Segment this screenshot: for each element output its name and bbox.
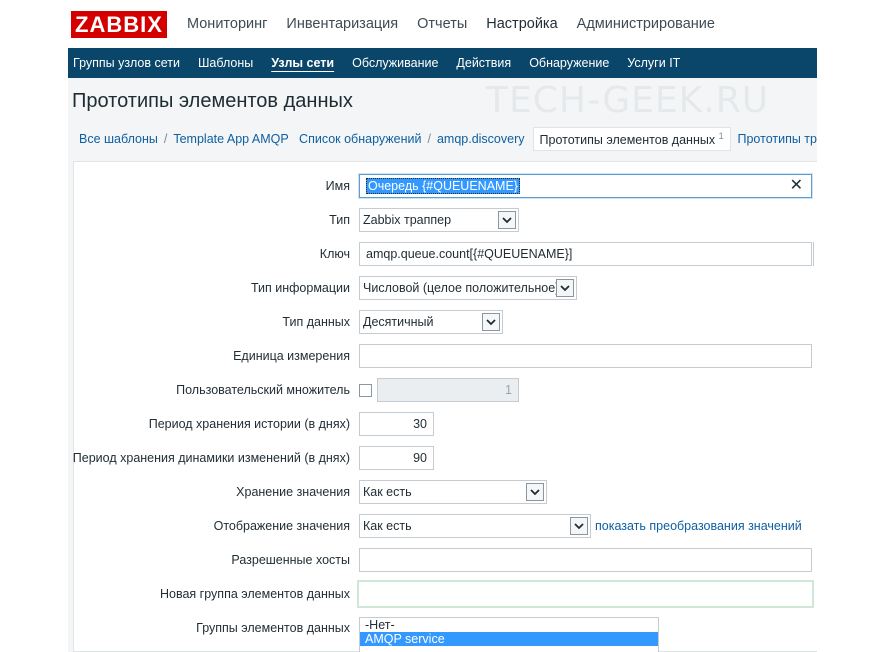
- breadcrumb-separator: /: [163, 132, 168, 146]
- history-input[interactable]: 30: [359, 412, 434, 436]
- show-value-label: Отображение значения: [213, 519, 350, 533]
- breadcrumb-all-templates[interactable]: Все шаблоны: [79, 132, 158, 146]
- breadcrumb-template[interactable]: Template App AMQP: [173, 132, 288, 146]
- type-label: Тип: [329, 213, 350, 227]
- chevron-down-icon: [482, 313, 500, 331]
- multiplier-label: Пользовательский множитель: [176, 383, 350, 397]
- tab-trigger-prototypes[interactable]: Прототипы тр: [738, 132, 818, 146]
- chevron-down-icon: [570, 517, 588, 535]
- menu-inventory[interactable]: Инвентаризация: [286, 16, 398, 32]
- menu-administration[interactable]: Администрирование: [577, 16, 715, 32]
- store-value-label: Хранение значения: [236, 485, 350, 499]
- allowed-hosts-label: Разрешенные хосты: [231, 553, 350, 567]
- type-select[interactable]: Zabbix траппер: [359, 208, 519, 232]
- multiplier-checkbox[interactable]: [359, 384, 372, 397]
- name-input[interactable]: Очередь {#QUEUENAME} ✕: [359, 174, 812, 198]
- key-input[interactable]: amqp.queue.count[{#QUEUENAME}]: [359, 242, 812, 266]
- show-value-mappings-link[interactable]: показать преобразования значений: [595, 519, 802, 533]
- info-type-select[interactable]: Числовой (целое положительное): [359, 276, 577, 300]
- tab-item-prototypes-label: Прототипы элементов данных: [539, 133, 716, 148]
- close-icon[interactable]: ✕: [790, 178, 803, 194]
- left-gutter: [0, 78, 68, 652]
- store-value-select-value: Как есть: [363, 485, 412, 499]
- allowed-hosts-input[interactable]: [359, 548, 812, 572]
- submenu-hosts[interactable]: Узлы сети: [262, 56, 343, 70]
- breadcrumb-discovery[interactable]: amqp.discovery: [437, 132, 525, 146]
- history-label: Период хранения истории (в днях): [148, 417, 350, 431]
- trends-label: Период хранения динамики изменений (в дн…: [72, 451, 350, 465]
- trends-input[interactable]: 90: [359, 446, 434, 470]
- sub-menu: Группы узлов сети Шаблоны Узлы сети Обсл…: [68, 48, 817, 78]
- data-type-select-value: Десятичный: [363, 315, 434, 329]
- info-type-label: Тип информации: [250, 281, 350, 295]
- data-type-label: Тип данных: [282, 315, 350, 329]
- new-application-input[interactable]: [357, 580, 814, 608]
- tab-item-prototypes[interactable]: Прототипы элементов данных 1: [532, 126, 731, 152]
- name-input-value: Очередь {#QUEUENAME}: [366, 178, 520, 194]
- page-title: Прототипы элементов данных: [72, 90, 353, 112]
- select-key-button-edge[interactable]: [813, 242, 817, 266]
- name-label: Имя: [325, 179, 350, 193]
- store-value-select[interactable]: Как есть: [359, 480, 547, 504]
- submenu-maintenance[interactable]: Обслуживание: [343, 56, 447, 70]
- show-value-select[interactable]: Как есть: [359, 514, 591, 538]
- menu-monitoring[interactable]: Мониторинг: [187, 16, 267, 32]
- multiplier-input[interactable]: 1: [377, 378, 519, 402]
- data-type-select[interactable]: Десятичный: [359, 310, 503, 334]
- menu-reports[interactable]: Отчеты: [417, 16, 467, 32]
- chevron-down-icon: [526, 483, 544, 501]
- submenu-discovery[interactable]: Обнаружение: [520, 56, 618, 70]
- top-header: ZABBIX Мониторинг Инвентаризация Отчеты …: [0, 0, 880, 48]
- submenu-it-services[interactable]: Услуги IT: [618, 56, 689, 70]
- submenu-actions[interactable]: Действия: [447, 56, 520, 70]
- menu-configuration[interactable]: Настройка: [486, 16, 557, 32]
- new-application-label: Новая группа элементов данных: [160, 587, 350, 601]
- submenu-host-groups[interactable]: Группы узлов сети: [68, 56, 189, 70]
- units-label: Единица измерения: [233, 349, 350, 363]
- breadcrumb: Все шаблоны / Template App AMQP Список о…: [68, 124, 817, 154]
- tab-item-prototypes-count: 1: [718, 130, 724, 141]
- type-select-value: Zabbix траппер: [363, 213, 452, 227]
- item-prototype-form: [73, 161, 817, 652]
- chevron-down-icon: [498, 211, 516, 229]
- applications-label: Группы элементов данных: [196, 621, 350, 635]
- chevron-down-icon: [556, 279, 574, 297]
- main-menu: Мониторинг Инвентаризация Отчеты Настрой…: [187, 16, 734, 32]
- show-value-select-value: Как есть: [363, 519, 412, 533]
- list-item[interactable]: -Нет-: [360, 618, 658, 632]
- applications-listbox[interactable]: -Нет- AMQP service: [359, 617, 659, 652]
- submenu-templates[interactable]: Шаблоны: [189, 56, 262, 70]
- units-input[interactable]: [359, 344, 812, 368]
- watermark: TECH-GEEK.RU: [486, 80, 770, 121]
- key-label: Ключ: [319, 247, 350, 261]
- list-item[interactable]: AMQP service: [360, 632, 658, 646]
- info-type-select-value: Числовой (целое положительное): [363, 281, 560, 295]
- breadcrumb-discovery-list[interactable]: Список обнаружений: [299, 132, 421, 146]
- zabbix-logo[interactable]: ZABBIX: [71, 11, 167, 38]
- breadcrumb-separator: /: [427, 132, 431, 146]
